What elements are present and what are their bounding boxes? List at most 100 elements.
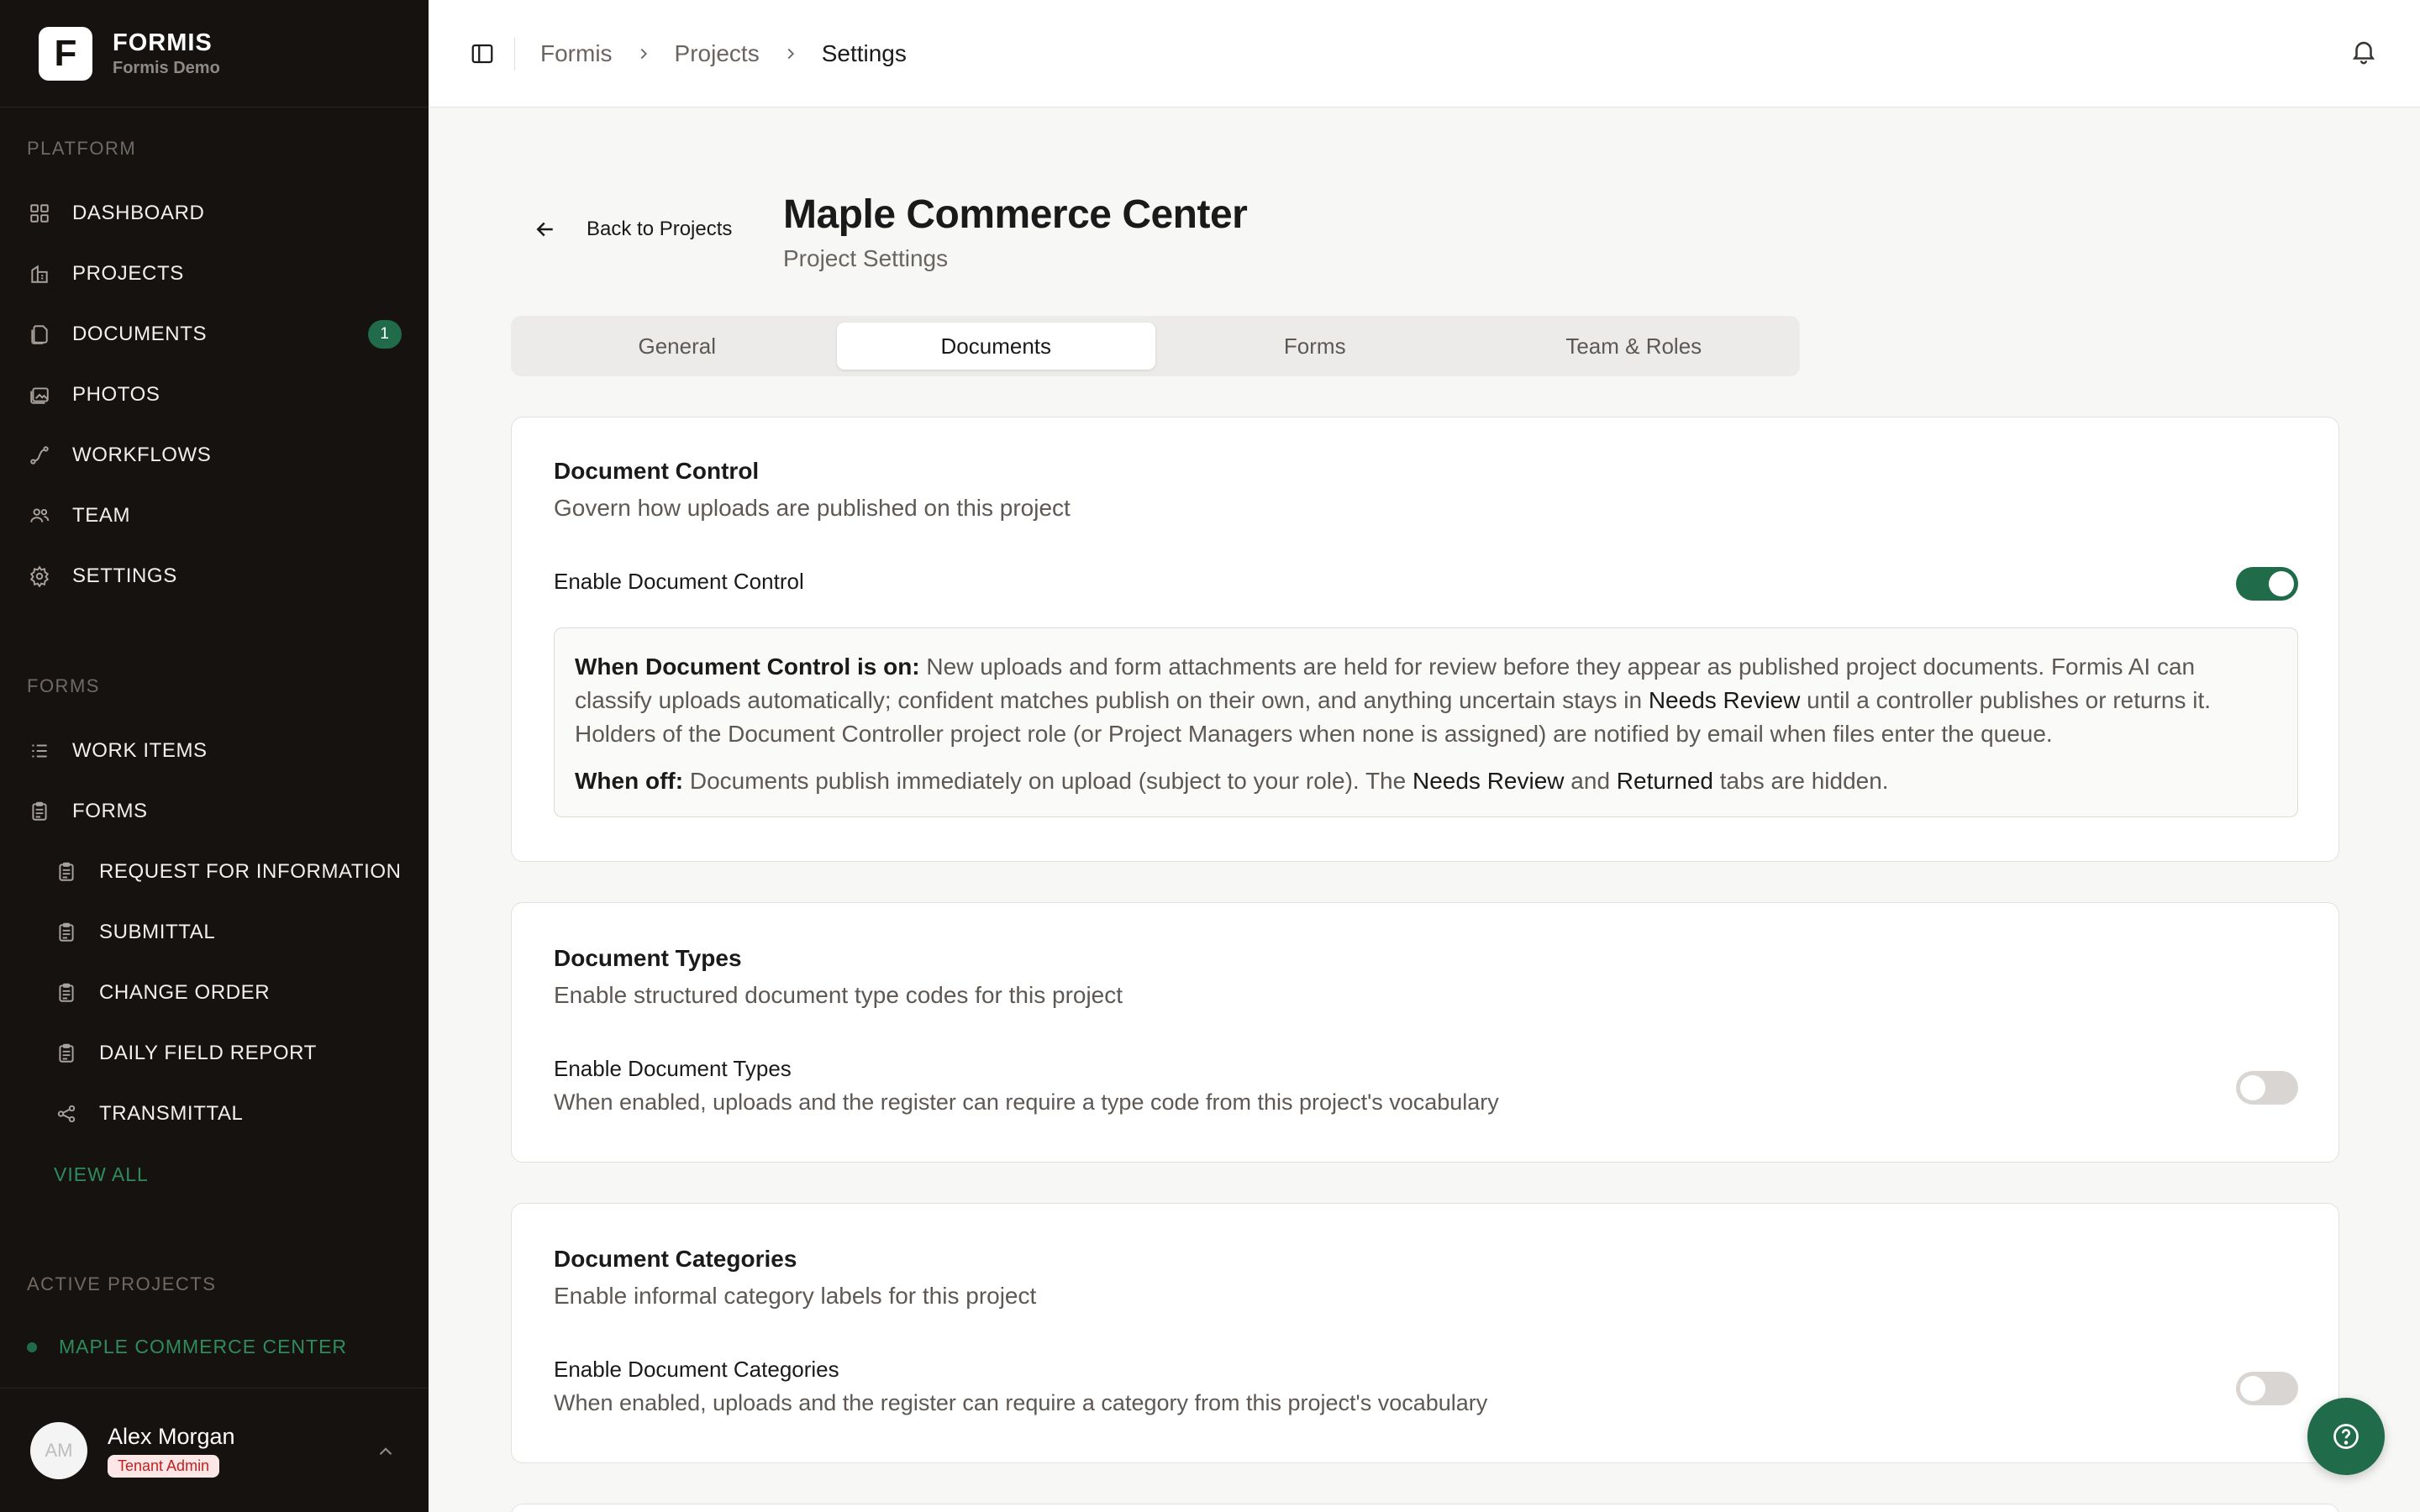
toggle-description: When enabled, uploads and the register c… bbox=[554, 1089, 1499, 1115]
sidebar-item-daily-field-report[interactable]: DAILY FIELD REPORT bbox=[54, 1035, 407, 1072]
arrow-left-icon bbox=[536, 222, 553, 237]
document-categories-toggle[interactable] bbox=[2236, 1372, 2298, 1405]
breadcrumb: Formis Projects Settings bbox=[540, 40, 907, 67]
sidebar-item-label: REQUEST FOR INFORMATION bbox=[99, 860, 402, 883]
role-badge: Tenant Admin bbox=[108, 1454, 220, 1478]
sidebar-item-label: CHANGE ORDER bbox=[99, 981, 271, 1004]
page-title: Maple Commerce Center bbox=[783, 192, 1248, 237]
sidebar-item-label: SUBMITTAL bbox=[99, 921, 216, 943]
brand-logo: F bbox=[39, 26, 92, 81]
tab-team-roles[interactable]: Team & Roles bbox=[1475, 323, 1794, 370]
list-icon bbox=[27, 738, 52, 764]
sidebar-item-label: WORK ITEMS bbox=[72, 739, 208, 762]
clipboard-icon bbox=[54, 859, 79, 885]
toggle-label: Enable Document Categories bbox=[554, 1357, 839, 1382]
section-label-forms: FORMS bbox=[27, 675, 100, 696]
section-label-active-projects: ACTIVE PROJECTS bbox=[27, 1273, 217, 1294]
divider bbox=[514, 36, 515, 71]
user-name: Alex Morgan bbox=[108, 1423, 235, 1449]
toggle-knob bbox=[2240, 1376, 2265, 1401]
view-all-forms-link[interactable]: VIEW ALL bbox=[54, 1163, 149, 1186]
sidebar-item-documents[interactable]: DOCUMENTS 1 bbox=[27, 316, 405, 353]
clipboard-icon bbox=[54, 920, 79, 945]
document-control-info: When Document Control is on: New uploads… bbox=[554, 627, 2298, 817]
sidebar-item-label: TRANSMITTAL bbox=[99, 1102, 244, 1125]
sidebar-item-label: DOCUMENTS bbox=[72, 323, 208, 345]
sidebar-item-label: PROJECTS bbox=[72, 262, 184, 285]
sidebar-toggle-icon[interactable] bbox=[462, 34, 502, 74]
info-off-paragraph: When off: Documents publish immediately … bbox=[575, 768, 1889, 794]
toggle-knob bbox=[2240, 1075, 2265, 1100]
documents-icon bbox=[27, 322, 52, 347]
building-icon bbox=[27, 261, 52, 286]
sidebar-item-projects[interactable]: PROJECTS bbox=[27, 255, 405, 292]
card-title: Document Categories bbox=[554, 1246, 797, 1272]
section-label-platform: PLATFORM bbox=[27, 138, 137, 159]
breadcrumb-projects[interactable]: Projects bbox=[675, 40, 760, 67]
sidebar-item-photos[interactable]: PHOTOS bbox=[27, 376, 405, 413]
settings-tabs: General Documents Forms Team & Roles bbox=[511, 316, 1800, 376]
active-project-item[interactable]: MAPLE COMMERCE CENTER bbox=[27, 1336, 347, 1358]
card-title: Document Types bbox=[554, 945, 742, 971]
sidebar-item-work-items[interactable]: WORK ITEMS bbox=[27, 732, 405, 769]
breadcrumb-formis[interactable]: Formis bbox=[540, 40, 613, 67]
toggle-knob bbox=[2269, 571, 2294, 596]
tab-general[interactable]: General bbox=[518, 323, 837, 370]
photos-icon bbox=[27, 382, 52, 407]
documents-count-badge: 1 bbox=[368, 320, 402, 349]
help-button[interactable] bbox=[2307, 1398, 2385, 1475]
avatar: AM bbox=[30, 1421, 87, 1479]
user-menu[interactable]: AM Alex Morgan Tenant Admin bbox=[0, 1388, 429, 1512]
card-description: Enable informal category labels for this… bbox=[554, 1283, 1037, 1309]
sidebar-item-forms[interactable]: FORMS bbox=[27, 793, 405, 830]
sidebar-item-label: SETTINGS bbox=[72, 564, 177, 587]
sidebar-item-workflows[interactable]: WORKFLOWS bbox=[27, 437, 405, 474]
sidebar-item-settings[interactable]: SETTINGS bbox=[27, 558, 405, 595]
sidebar-item-change-order[interactable]: CHANGE ORDER bbox=[54, 974, 407, 1011]
next-settings-card bbox=[511, 1504, 2339, 1512]
sidebar-item-team[interactable]: TEAM bbox=[27, 497, 405, 534]
sidebar-item-label: WORKFLOWS bbox=[72, 444, 212, 466]
sidebar-item-request-for-information[interactable]: REQUEST FOR INFORMATION bbox=[54, 853, 407, 890]
workflow-icon bbox=[27, 443, 52, 468]
topbar: Formis Projects Settings bbox=[429, 0, 2420, 108]
toggle-label: Enable Document Types bbox=[554, 1056, 792, 1081]
card-description: Govern how uploads are published on this… bbox=[554, 495, 1071, 521]
active-project-label: MAPLE COMMERCE CENTER bbox=[59, 1336, 348, 1357]
sidebar-item-submittal[interactable]: SUBMITTAL bbox=[54, 914, 407, 951]
document-types-card: Document Types Enable structured documen… bbox=[511, 902, 2339, 1163]
help-icon bbox=[2333, 1424, 2359, 1449]
brand[interactable]: F FORMIS Formis Demo bbox=[0, 0, 429, 108]
document-types-toggle[interactable] bbox=[2236, 1071, 2298, 1105]
sidebar-item-transmittal[interactable]: TRANSMITTAL bbox=[54, 1095, 407, 1132]
clipboard-icon bbox=[54, 980, 79, 1005]
toggle-description: When enabled, uploads and the register c… bbox=[554, 1390, 1488, 1415]
brand-subtitle: Formis Demo bbox=[113, 58, 220, 77]
back-to-projects-button[interactable]: Back to Projects bbox=[533, 217, 732, 242]
document-control-card: Document Control Govern how uploads are … bbox=[511, 417, 2339, 862]
sidebar-item-label: PHOTOS bbox=[72, 383, 160, 406]
grid-icon bbox=[27, 201, 52, 226]
tab-forms[interactable]: Forms bbox=[1155, 323, 1475, 370]
chevron-right-icon bbox=[634, 45, 653, 63]
info-on-paragraph: When Document Control is on: New uploads… bbox=[575, 654, 2212, 747]
document-categories-card: Document Categories Enable informal cate… bbox=[511, 1203, 2339, 1463]
chevron-up-icon[interactable] bbox=[375, 1441, 397, 1467]
tab-documents[interactable]: Documents bbox=[836, 323, 1155, 370]
clipboard-icon bbox=[54, 1041, 79, 1066]
page-subtitle: Project Settings bbox=[783, 245, 949, 271]
users-icon bbox=[27, 503, 52, 528]
toggle-label: Enable Document Control bbox=[554, 569, 804, 594]
breadcrumb-settings: Settings bbox=[821, 39, 907, 66]
chevron-right-icon bbox=[781, 45, 800, 63]
notifications-bell-icon[interactable] bbox=[2349, 37, 2378, 70]
gear-icon bbox=[27, 564, 52, 589]
document-control-toggle[interactable] bbox=[2236, 567, 2298, 601]
sidebar-item-dashboard[interactable]: DASHBOARD bbox=[27, 195, 405, 232]
sidebar-item-label: DASHBOARD bbox=[72, 202, 205, 224]
sidebar-item-label: TEAM bbox=[72, 504, 131, 527]
active-status-dot bbox=[27, 1341, 37, 1352]
brand-name: FORMIS bbox=[113, 29, 213, 56]
card-description: Enable structured document type codes fo… bbox=[554, 982, 1123, 1008]
clipboard-icon bbox=[27, 799, 52, 824]
